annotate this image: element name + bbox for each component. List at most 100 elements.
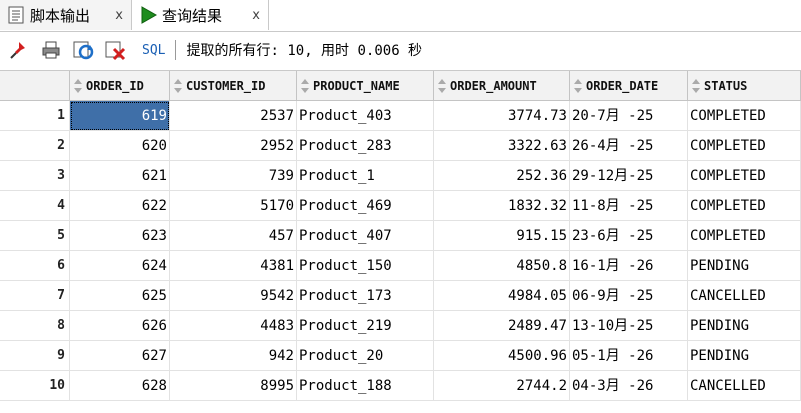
tab-query-result[interactable]: 查询结果 x <box>132 0 269 30</box>
tab-script-output-close-icon[interactable]: x <box>115 8 123 23</box>
column-header-order-amount[interactable]: ORDER_AMOUNT <box>434 71 570 101</box>
cell-order-date[interactable]: 05-1月 -26 <box>570 341 688 371</box>
cell-status[interactable]: COMPLETED <box>688 131 801 161</box>
cell-customer-id[interactable]: 942 <box>170 341 297 371</box>
row-number[interactable]: 1 <box>0 101 70 131</box>
cell-order-date[interactable]: 23-6月 -25 <box>570 221 688 251</box>
table-row[interactable]: 7 625 9542 Product_173 4984.05 06-9月 -25 CANCE… <box>0 281 801 311</box>
cell-product-name[interactable]: Product_407 <box>297 221 434 251</box>
cell-product-name[interactable]: Product_283 <box>297 131 434 161</box>
cell-order-id[interactable]: 628 <box>70 371 170 401</box>
sort-icon[interactable] <box>691 78 701 94</box>
cell-status[interactable]: COMPLETED <box>688 101 801 131</box>
sort-icon[interactable] <box>73 78 83 94</box>
row-number[interactable]: 9 <box>0 341 70 371</box>
row-number[interactable]: 5 <box>0 221 70 251</box>
pin-icon[interactable] <box>6 37 32 63</box>
table-row[interactable]: 9 627 942 Product_20 4500.96 05-1月 -26 PENDING <box>0 341 801 371</box>
cell-order-amount[interactable]: 2744.2 <box>434 371 570 401</box>
cell-product-name[interactable]: Product_188 <box>297 371 434 401</box>
column-header-customer-id[interactable]: CUSTOMER_ID <box>170 71 297 101</box>
row-number[interactable]: 6 <box>0 251 70 281</box>
table-row[interactable]: 8 626 4483 Product_219 2489.47 13-10月-25 PENDI… <box>0 311 801 341</box>
cell-customer-id[interactable]: 4483 <box>170 311 297 341</box>
cell-status[interactable]: COMPLETED <box>688 191 801 221</box>
cell-customer-id[interactable]: 457 <box>170 221 297 251</box>
cell-customer-id[interactable]: 739 <box>170 161 297 191</box>
cell-order-amount[interactable]: 3774.73 <box>434 101 570 131</box>
cell-order-date[interactable]: 11-8月 -25 <box>570 191 688 221</box>
refresh-icon[interactable] <box>70 37 96 63</box>
table-row[interactable]: 6 624 4381 Product_150 4850.8 16-1月 -26 PENDIN… <box>0 251 801 281</box>
sort-icon[interactable] <box>300 78 310 94</box>
cell-status[interactable]: COMPLETED <box>688 161 801 191</box>
cell-product-name[interactable]: Product_150 <box>297 251 434 281</box>
cell-customer-id[interactable]: 4381 <box>170 251 297 281</box>
row-number[interactable]: 3 <box>0 161 70 191</box>
cell-product-name[interactable]: Product_219 <box>297 311 434 341</box>
table-row[interactable]: 5 623 457 Product_407 915.15 23-6月 -25 COMPLET… <box>0 221 801 251</box>
cell-order-amount[interactable]: 2489.47 <box>434 311 570 341</box>
column-header-status[interactable]: STATUS <box>688 71 801 101</box>
column-header-order-id[interactable]: ORDER_ID <box>70 71 170 101</box>
cell-order-amount[interactable]: 3322.63 <box>434 131 570 161</box>
table-row[interactable]: 2 620 2952 Product_283 3322.63 26-4月 -25 COMPL… <box>0 131 801 161</box>
cell-status[interactable]: COMPLETED <box>688 221 801 251</box>
cell-customer-id[interactable]: 2952 <box>170 131 297 161</box>
cell-product-name[interactable]: Product_403 <box>297 101 434 131</box>
cell-order-id[interactable]: 625 <box>70 281 170 311</box>
row-number[interactable]: 2 <box>0 131 70 161</box>
sort-icon[interactable] <box>573 78 583 94</box>
delete-icon[interactable] <box>102 37 128 63</box>
sort-icon[interactable] <box>173 78 183 94</box>
cell-order-id[interactable]: 624 <box>70 251 170 281</box>
cell-order-date[interactable]: 16-1月 -26 <box>570 251 688 281</box>
cell-order-date[interactable]: 06-9月 -25 <box>570 281 688 311</box>
sql-button[interactable]: SQL <box>142 43 165 58</box>
cell-order-date[interactable]: 29-12月-25 <box>570 161 688 191</box>
cell-order-id[interactable]: 622 <box>70 191 170 221</box>
row-number[interactable]: 10 <box>0 371 70 401</box>
tab-query-result-close-icon[interactable]: x <box>252 8 260 23</box>
cell-order-id[interactable]: 626 <box>70 311 170 341</box>
cell-order-date[interactable]: 20-7月 -25 <box>570 101 688 131</box>
cell-customer-id[interactable]: 8995 <box>170 371 297 401</box>
cell-order-amount[interactable]: 4500.96 <box>434 341 570 371</box>
cell-order-date[interactable]: 26-4月 -25 <box>570 131 688 161</box>
cell-status[interactable]: PENDING <box>688 311 801 341</box>
cell-product-name[interactable]: Product_1 <box>297 161 434 191</box>
cell-product-name[interactable]: Product_469 <box>297 191 434 221</box>
print-icon[interactable] <box>38 37 64 63</box>
cell-customer-id[interactable]: 5170 <box>170 191 297 221</box>
cell-order-date[interactable]: 04-3月 -26 <box>570 371 688 401</box>
row-number[interactable]: 7 <box>0 281 70 311</box>
cell-customer-id[interactable]: 9542 <box>170 281 297 311</box>
row-number[interactable]: 4 <box>0 191 70 221</box>
cell-order-amount[interactable]: 915.15 <box>434 221 570 251</box>
cell-product-name[interactable]: Product_20 <box>297 341 434 371</box>
row-number[interactable]: 8 <box>0 311 70 341</box>
cell-order-id[interactable]: 620 <box>70 131 170 161</box>
column-header-order-date[interactable]: ORDER_DATE <box>570 71 688 101</box>
table-row[interactable]: 3 621 739 Product_1 252.36 29-12月-25 COMPLETED <box>0 161 801 191</box>
cell-status[interactable]: CANCELLED <box>688 281 801 311</box>
tab-script-output[interactable]: 脚本输出 x <box>0 0 132 30</box>
sort-icon[interactable] <box>437 78 447 94</box>
cell-order-date[interactable]: 13-10月-25 <box>570 311 688 341</box>
column-header-product-name[interactable]: PRODUCT_NAME <box>297 71 434 101</box>
cell-order-id[interactable]: 619 <box>70 101 170 131</box>
table-row[interactable]: 4 622 5170 Product_469 1832.32 11-8月 -25 COMPL… <box>0 191 801 221</box>
cell-customer-id[interactable]: 2537 <box>170 101 297 131</box>
cell-status[interactable]: PENDING <box>688 341 801 371</box>
cell-order-amount[interactable]: 252.36 <box>434 161 570 191</box>
cell-order-id[interactable]: 627 <box>70 341 170 371</box>
cell-order-id[interactable]: 621 <box>70 161 170 191</box>
table-row[interactable]: 10 628 8995 Product_188 2744.2 04-3月 -26 CANCE… <box>0 371 801 401</box>
cell-status[interactable]: PENDING <box>688 251 801 281</box>
table-row[interactable]: 1 619 2537 Product_403 3774.73 20-7月 -25 COMPL… <box>0 101 801 131</box>
cell-order-amount[interactable]: 4984.05 <box>434 281 570 311</box>
cell-order-amount[interactable]: 4850.8 <box>434 251 570 281</box>
cell-status[interactable]: CANCELLED <box>688 371 801 401</box>
cell-order-id[interactable]: 623 <box>70 221 170 251</box>
cell-order-amount[interactable]: 1832.32 <box>434 191 570 221</box>
